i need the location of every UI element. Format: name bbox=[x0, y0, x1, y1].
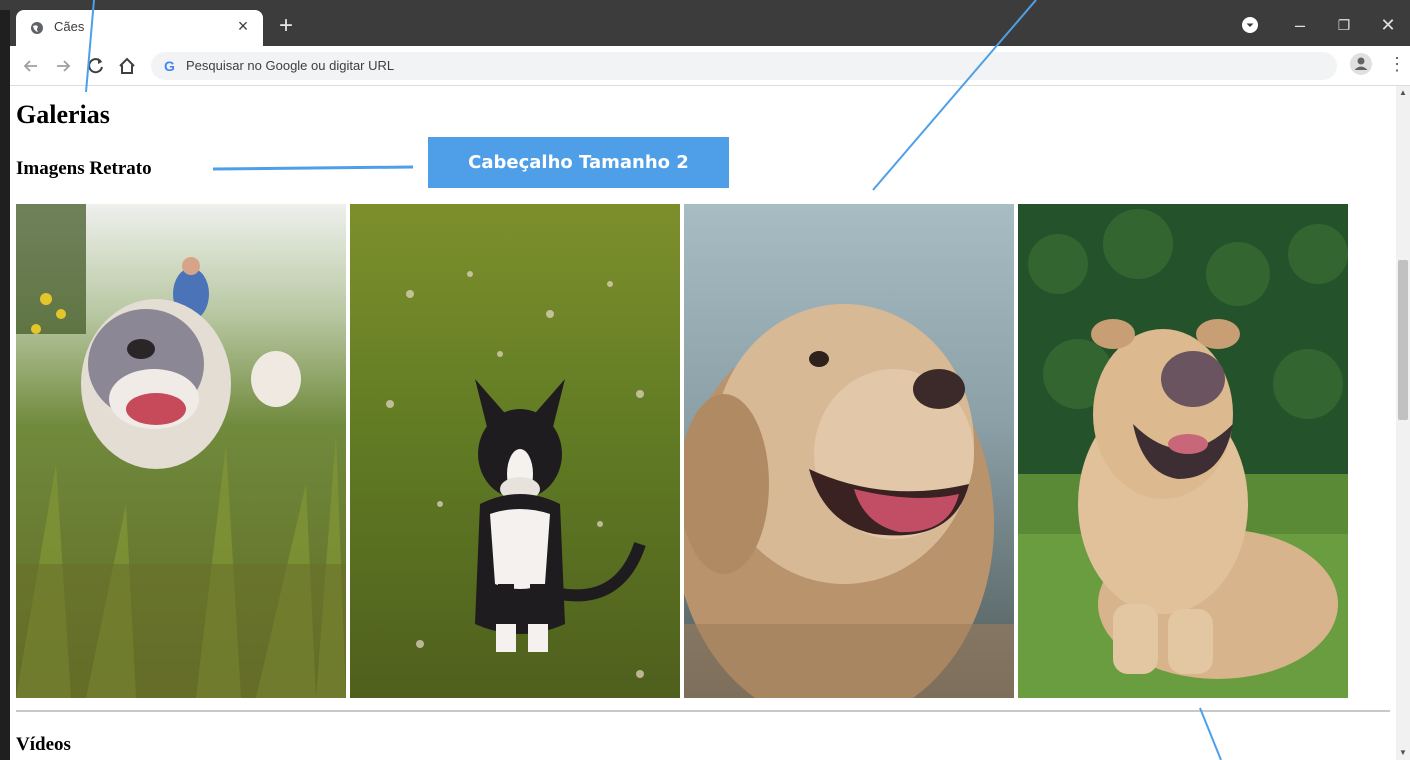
gallery-image-boston-terrier[interactable] bbox=[350, 204, 680, 698]
address-bar-placeholder: Pesquisar no Google ou digitar URL bbox=[186, 58, 395, 73]
menu-icon[interactable]: ⋮ bbox=[1388, 53, 1406, 75]
home-icon[interactable] bbox=[116, 55, 138, 77]
gallery-image-staffordshire[interactable] bbox=[16, 204, 346, 698]
scroll-up-arrow-icon[interactable]: ▲ bbox=[1396, 86, 1410, 100]
google-icon: G bbox=[164, 58, 175, 74]
profile-icon[interactable] bbox=[1350, 53, 1372, 75]
section-heading-portrait: Imagens Retrato bbox=[16, 158, 152, 179]
horizontal-rule bbox=[16, 710, 1390, 712]
reload-icon[interactable] bbox=[85, 55, 107, 77]
globe-icon bbox=[31, 22, 43, 34]
restore-button[interactable]: ❐ bbox=[1324, 10, 1364, 40]
tab-close-button[interactable]: × bbox=[233, 16, 253, 36]
page-scrollbar[interactable]: ▲ ▼ bbox=[1396, 86, 1410, 760]
tab-strip: Cães × + – ❐ ✕ bbox=[0, 0, 1410, 46]
scroll-thumb[interactable] bbox=[1398, 260, 1408, 420]
address-bar[interactable]: G Pesquisar no Google ou digitar URL bbox=[151, 52, 1337, 80]
window-left-edge bbox=[0, 10, 10, 760]
minimize-button[interactable]: – bbox=[1280, 10, 1320, 40]
close-window-button[interactable]: ✕ bbox=[1368, 10, 1408, 40]
page-title: Galerias bbox=[16, 100, 110, 129]
gallery-image-shar-pei[interactable] bbox=[1018, 204, 1348, 698]
new-tab-button[interactable]: + bbox=[274, 14, 298, 39]
forward-icon[interactable] bbox=[52, 55, 74, 77]
tab-search-icon[interactable] bbox=[1241, 16, 1259, 34]
back-icon[interactable] bbox=[20, 55, 42, 77]
tab-title: Cães bbox=[54, 19, 85, 34]
section-heading-videos: Vídeos bbox=[16, 734, 71, 755]
tab-caes[interactable]: Cães × bbox=[16, 10, 263, 46]
browser-toolbar: G Pesquisar no Google ou digitar URL ⋮ bbox=[10, 46, 1410, 86]
scroll-down-arrow-icon[interactable]: ▼ bbox=[1396, 746, 1410, 760]
gallery-image-golden-retriever[interactable] bbox=[684, 204, 1014, 698]
annotation-callout: Cabeçalho Tamanho 2 bbox=[428, 137, 729, 188]
